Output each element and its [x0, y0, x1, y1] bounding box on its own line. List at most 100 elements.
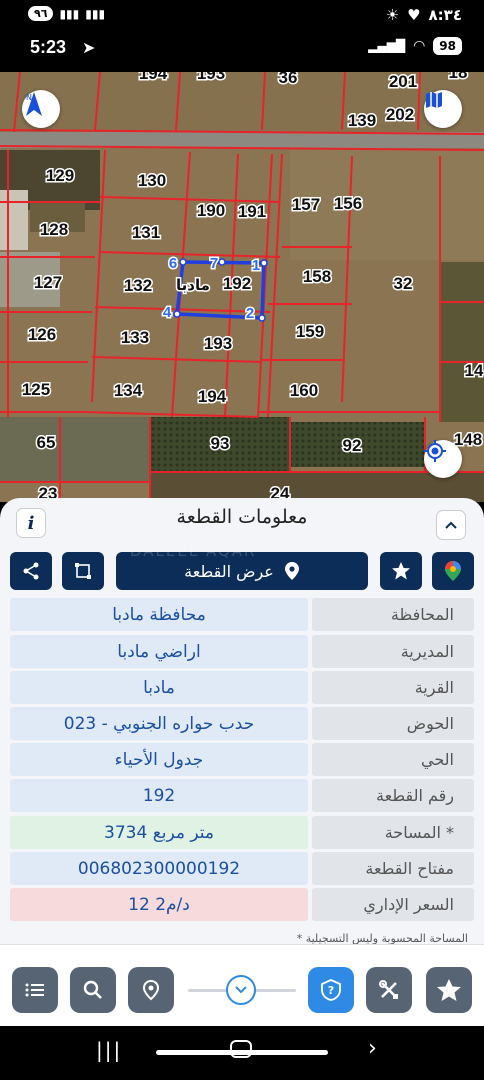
info-row-key: المساحة * [312, 816, 474, 849]
chevron-down-icon[interactable] [226, 975, 256, 1005]
info-row-value: جدول الأحياء [10, 743, 308, 776]
recents-icon[interactable]: ||| [96, 1038, 122, 1062]
info-row-value: 12 د/م2 [10, 888, 308, 921]
info-row-value: اراضي مادبا [10, 635, 308, 668]
bottom-toolbar: ? [0, 944, 484, 1026]
star-icon [437, 979, 461, 1001]
info-row: محافظة مادبا المحافظة [10, 598, 474, 631]
info-row: 192 رقم القطعة [10, 779, 474, 812]
map-view[interactable]: 194 193 36 201 18 139 202 129 130 190 19… [0, 72, 484, 502]
svg-text:N: N [26, 93, 32, 102]
map-label: 130 [138, 171, 166, 190]
signal-icon: ▮▮▮ [59, 6, 80, 21]
map-label: 202 [386, 105, 414, 124]
map-label: 191 [238, 202, 266, 221]
back-icon[interactable]: › [368, 1036, 377, 1061]
info-row: حدب حواره الجنوبي - 023 الحوض [10, 707, 474, 740]
map-layers-icon[interactable] [424, 90, 462, 128]
info-row-value: مادبا [10, 671, 308, 704]
info-row-value: 192 [10, 779, 308, 812]
vertex-label: 7 [210, 255, 218, 272]
map-label: 129 [46, 166, 74, 185]
favorite-button[interactable] [380, 552, 422, 590]
info-row-key: مفتاح القطعة [312, 852, 474, 885]
crop-button[interactable] [62, 552, 104, 590]
map-label: 158 [303, 267, 331, 286]
location-pin-icon [284, 562, 299, 580]
crop-icon [75, 563, 91, 579]
info-row-key: الحي [312, 743, 474, 776]
show-plot-label: عرض القطعة [184, 561, 274, 581]
map-label: 92 [343, 436, 362, 455]
chevron-up-icon[interactable] [436, 510, 466, 540]
map-label: 157 [292, 195, 320, 214]
cellular-icon: ▂▄▆█ [368, 39, 406, 53]
map-label: 160 [290, 381, 318, 400]
show-plot-button[interactable]: عرض القطعة [116, 552, 368, 590]
map-label: 193 [204, 334, 232, 353]
clock: 5:23 [30, 37, 67, 57]
map-label: 127 [34, 273, 62, 292]
share-icon [23, 562, 39, 580]
system-status-bar: ٩٦ ▮▮▮ ▮▮▮ ☀ ♥ ٨:٣٤ [0, 0, 484, 32]
info-row: مادبا القرية [10, 671, 474, 704]
info-row-key: القرية [312, 671, 474, 704]
info-row: 12 د/م2 السعر الإداري [10, 888, 474, 921]
info-row-value: 3734 متر مربع [10, 816, 308, 849]
gps-target-icon[interactable] [424, 440, 462, 478]
plot-arabic-label: مادبا [176, 276, 210, 294]
map-label: 194 [139, 72, 168, 83]
map-label: 192 [223, 274, 251, 293]
home-button[interactable] [426, 967, 472, 1013]
signal-icon-2: ▮▮▮ [85, 6, 106, 21]
vertex-label: 2 [246, 305, 254, 322]
pin-button[interactable] [128, 967, 174, 1013]
tools-icon [379, 980, 398, 999]
list-icon [25, 983, 44, 997]
map-label: 32 [394, 274, 413, 293]
map-label: 132 [124, 276, 152, 295]
map-label: 159 [296, 322, 324, 341]
brightness-icon: ☀ [385, 6, 400, 24]
svg-text:?: ? [328, 984, 334, 997]
list-button[interactable] [12, 967, 58, 1013]
map-label: 128 [40, 220, 68, 239]
home-indicator[interactable] [156, 1050, 328, 1055]
map-label: 156 [334, 194, 362, 213]
map-label: 139 [348, 111, 376, 130]
ios-status-bar: 5:23 ➤ ▂▄▆█ ◠ 98 [0, 32, 484, 72]
battery-indicator: 98 [433, 37, 462, 55]
help-button[interactable]: ? [308, 967, 354, 1013]
map-label: 126 [28, 325, 56, 344]
north-arrow-icon[interactable]: N [22, 90, 60, 128]
home-icon[interactable] [230, 1040, 252, 1058]
notification-count: ٩٦ [28, 6, 54, 21]
map-label: 133 [121, 328, 149, 347]
info-row: جدول الأحياء الحي [10, 743, 474, 776]
map-label: 36 [279, 72, 298, 87]
info-row-key: الحوض [312, 707, 474, 740]
map-label: 194 [198, 387, 227, 406]
wifi-icon: ◠ [413, 38, 426, 54]
map-label: 93 [211, 434, 230, 453]
info-row-value: 006802300000192 [10, 852, 308, 885]
info-row-key: المحافظة [312, 598, 474, 631]
map-label: 65 [37, 433, 56, 452]
share-button[interactable] [10, 552, 52, 590]
map-label: 134 [114, 381, 143, 400]
info-row-key: رقم القطعة [312, 779, 474, 812]
help-icon: ? [321, 979, 341, 1001]
google-maps-button[interactable] [432, 552, 474, 590]
info-row: 006802300000192 مفتاح القطعة [10, 852, 474, 885]
info-row: 3734 متر مربع المساحة * [10, 816, 474, 849]
vertex-label: 4 [163, 304, 172, 321]
info-row-key: السعر الإداري [312, 888, 474, 921]
info-row-key: المديرية [312, 635, 474, 668]
pin-icon [142, 979, 160, 1001]
map-label: 14 [465, 361, 484, 380]
tools-button[interactable] [366, 967, 412, 1013]
search-button[interactable] [70, 967, 116, 1013]
google-maps-icon [445, 561, 461, 581]
vertex-label: 6 [169, 255, 177, 272]
search-icon [83, 980, 102, 999]
